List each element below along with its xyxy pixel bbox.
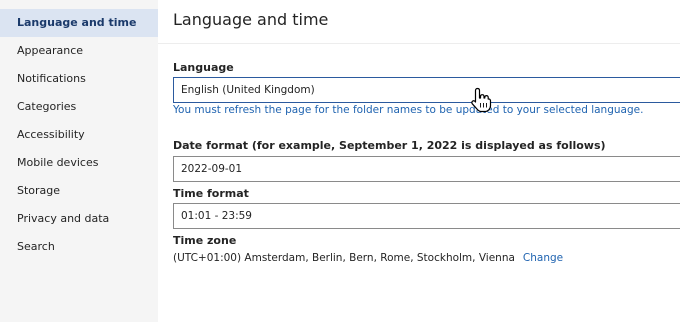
settings-main-panel: Language and time Language English (Unit…	[158, 0, 680, 322]
sidebar-item-search[interactable]: Search	[0, 233, 158, 261]
language-dropdown[interactable]: English (United Kingdom)	[173, 77, 680, 103]
sidebar-item-privacy-and-data[interactable]: Privacy and data	[0, 205, 158, 233]
date-format-dropdown[interactable]: 2022-09-01	[173, 156, 680, 182]
sidebar-item-mobile-devices[interactable]: Mobile devices	[0, 149, 158, 177]
settings-sidebar: Language and time Appearance Notificatio…	[0, 0, 158, 322]
language-refresh-hint: You must refresh the page for the folder…	[173, 104, 644, 116]
sidebar-item-accessibility[interactable]: Accessibility	[0, 121, 158, 149]
sidebar-item-language-and-time[interactable]: Language and time	[0, 9, 158, 37]
time-zone-label: Time zone	[173, 234, 237, 247]
time-zone-value: (UTC+01:00) Amsterdam, Berlin, Bern, Rom…	[173, 252, 515, 264]
sidebar-item-notifications[interactable]: Notifications	[0, 65, 158, 93]
date-format-label: Date format (for example, September 1, 2…	[173, 139, 606, 152]
title-divider	[158, 43, 680, 44]
page-title: Language and time	[173, 10, 329, 29]
sidebar-item-appearance[interactable]: Appearance	[0, 37, 158, 65]
time-zone-row: (UTC+01:00) Amsterdam, Berlin, Bern, Rom…	[173, 252, 563, 264]
language-label: Language	[173, 61, 234, 74]
change-time-zone-link[interactable]: Change	[523, 252, 563, 264]
time-format-label: Time format	[173, 187, 249, 200]
sidebar-item-storage[interactable]: Storage	[0, 177, 158, 205]
sidebar-item-categories[interactable]: Categories	[0, 93, 158, 121]
time-format-dropdown[interactable]: 01:01 - 23:59	[173, 203, 680, 229]
